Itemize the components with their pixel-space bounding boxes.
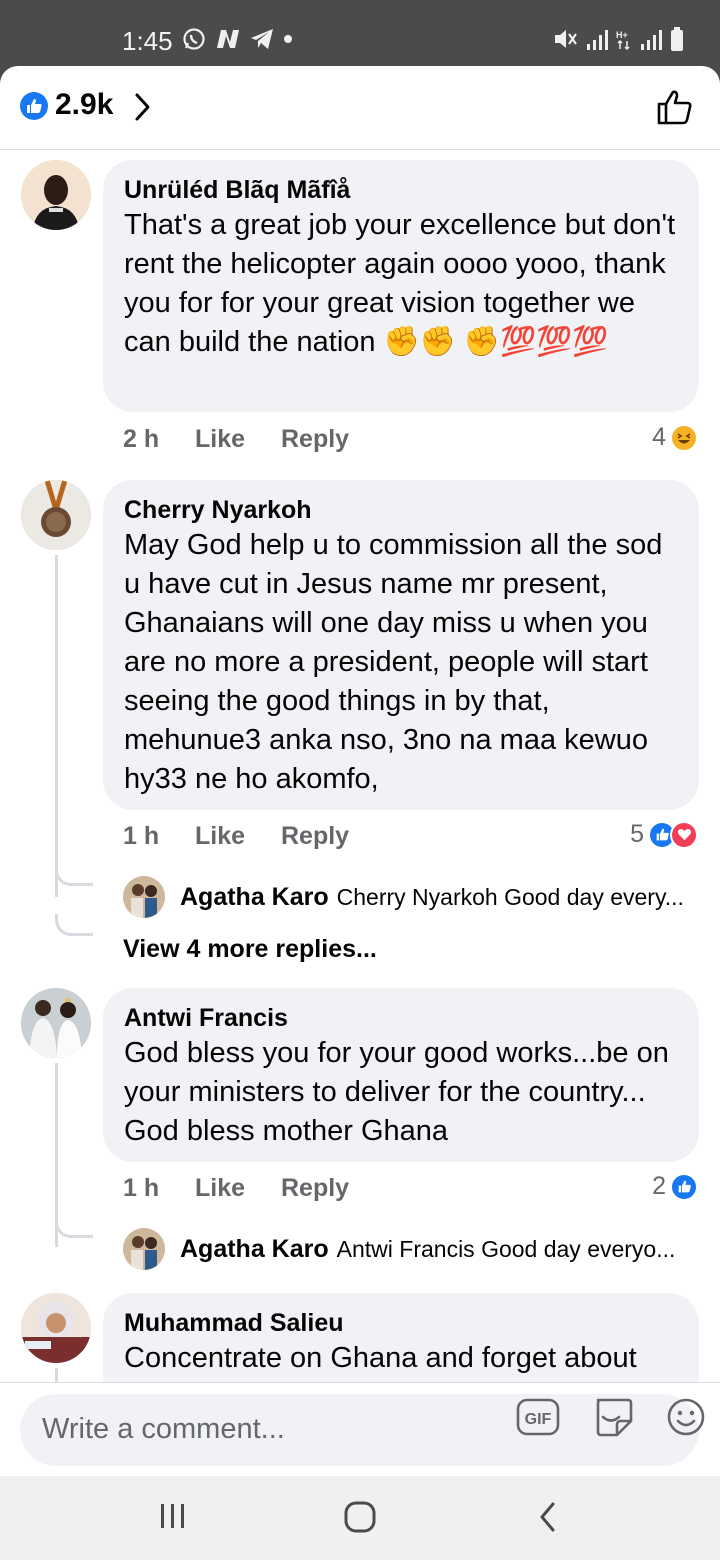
comment-bubble: Antwi Francis God bless you for your goo… (103, 988, 699, 1162)
signal-icon-2 (641, 30, 662, 50)
reply-button[interactable]: Reply (281, 425, 349, 454)
comment-bubble: Cherry Nyarkoh May God help u to commiss… (103, 480, 699, 810)
status-bar: 1:45 H+ (0, 0, 720, 72)
like-button[interactable]: Like (195, 822, 281, 851)
view-more-replies-link[interactable]: View 4 more replies... (123, 935, 377, 964)
thumbs-up-icon[interactable] (656, 88, 694, 126)
news-app-icon (217, 30, 239, 48)
like-reaction-icon (670, 1172, 698, 1201)
svg-text:H+: H+ (616, 30, 628, 40)
mute-icon (555, 30, 577, 48)
comment-text: Concentrate on Ghana and forget about (124, 1342, 637, 1374)
comment-input-placeholder: Write a comment... (42, 1413, 285, 1445)
comment-author[interactable]: Cherry Nyarkoh (124, 494, 677, 526)
comment-text: God bless you for your good works...be o… (124, 1037, 669, 1147)
chevron-right-icon[interactable] (132, 92, 152, 122)
avatar[interactable] (123, 1228, 165, 1270)
avatar[interactable] (21, 480, 91, 550)
avatar[interactable] (21, 160, 91, 230)
dot-icon (284, 35, 292, 43)
back-icon[interactable] (536, 1500, 560, 1534)
emoji-icon[interactable] (666, 1397, 706, 1437)
gif-icon[interactable]: GIF (516, 1398, 560, 1436)
reply-button[interactable]: Reply (281, 1174, 349, 1203)
comment-author[interactable]: Antwi Francis (124, 1002, 677, 1034)
avatar[interactable] (123, 876, 165, 918)
like-count[interactable]: 2.9k (55, 88, 113, 122)
recent-apps-icon[interactable] (158, 1500, 188, 1532)
reaction-count-number: 4 (652, 423, 666, 451)
comment-time: 1 h (123, 1174, 160, 1202)
comment-bubble: Unrüléd Blãq Mãfîå That's a great job yo… (103, 160, 699, 412)
reply-button[interactable]: Reply (281, 822, 349, 851)
comment-actions: 1 h Like Reply (123, 822, 349, 851)
reply-author[interactable]: Agatha Karo (180, 883, 329, 912)
like-button[interactable]: Like (195, 1174, 281, 1203)
comment-author[interactable]: Muhammad Salieu (124, 1307, 677, 1339)
love-reaction-icon (670, 820, 698, 849)
like-button[interactable]: Like (195, 425, 281, 454)
comment-bubble: Muhammad Salieu Concentrate on Ghana and… (103, 1293, 699, 1382)
comment-author[interactable]: Unrüléd Blãq Mãfîå (124, 174, 677, 206)
reactions-header: 2.9k (0, 66, 720, 150)
svg-text:GIF: GIF (525, 1411, 552, 1428)
comment-text: That's a great job your excellence but d… (124, 209, 676, 358)
battery-icon (671, 27, 683, 51)
system-nav-bar (0, 1476, 720, 1560)
data-h-plus-icon: H+ (616, 30, 630, 51)
whatsapp-icon (183, 28, 205, 50)
avatar[interactable] (21, 1293, 91, 1363)
signal-icon (587, 30, 608, 50)
reaction-count[interactable]: 4 (652, 423, 698, 452)
reply-text: Antwi Francis Good day everyo... (336, 1235, 676, 1262)
reaction-count[interactable]: 5 (630, 820, 698, 849)
reaction-count-number: 2 (652, 1172, 666, 1200)
reaction-count-number: 5 (630, 820, 644, 848)
reply-preview[interactable]: Agatha Karo Cherry Nyarkoh Good day ever… (123, 876, 684, 918)
reply-text: Cherry Nyarkoh Good day every... (336, 883, 684, 910)
comment-actions: 2 h Like Reply (123, 425, 349, 454)
comment-composer: Write a comment... GIF (0, 1382, 720, 1476)
status-time: 1:45 (122, 26, 173, 56)
telegram-icon (251, 29, 273, 49)
comment-text: May God help u to commission all the sod… (124, 529, 663, 795)
reply-author[interactable]: Agatha Karo (180, 1235, 329, 1264)
sticker-icon[interactable] (592, 1396, 634, 1438)
comments-list: Unrüléd Blãq Mãfîå That's a great job yo… (0, 150, 720, 1382)
home-icon[interactable] (343, 1500, 377, 1534)
haha-reaction-icon (670, 423, 698, 452)
comment-time: 2 h (123, 425, 160, 453)
reaction-count[interactable]: 2 (652, 1172, 698, 1201)
like-reaction-icon[interactable] (20, 92, 48, 120)
comment-actions: 1 h Like Reply (123, 1174, 349, 1203)
avatar[interactable] (21, 988, 91, 1058)
comment-time: 1 h (123, 822, 160, 850)
reply-preview[interactable]: Agatha Karo Antwi Francis Good day every… (123, 1228, 675, 1270)
comments-sheet: 2.9k Unrüléd Blãq Mãfîå That's a great j… (0, 66, 720, 1476)
